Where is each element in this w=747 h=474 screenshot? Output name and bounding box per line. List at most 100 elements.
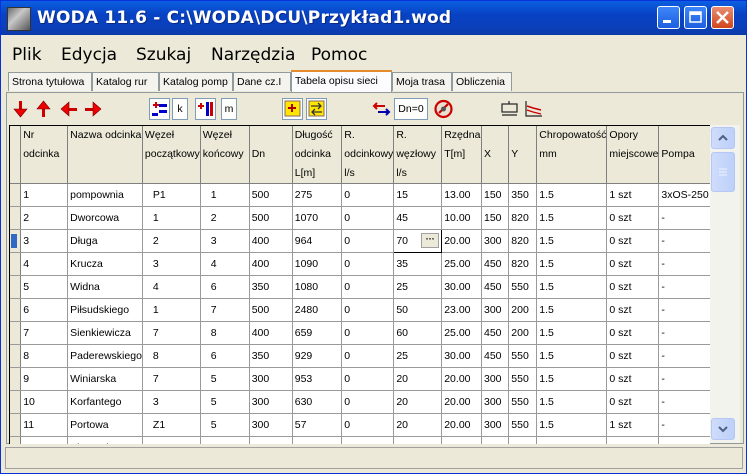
- table-cell[interactable]: 23.00: [441, 298, 482, 322]
- table-row[interactable]: 7 Sienkiewicza 7 8 400 659 0 60 25.00 450 200 1.5 0 …: [10, 321, 711, 345]
- column-header[interactable]: Opory miejscowe: [606, 126, 660, 184]
- table-cell[interactable]: 4: [142, 275, 201, 299]
- table-cell[interactable]: -: [658, 413, 711, 437]
- row-indicator[interactable]: [10, 413, 22, 437]
- table-cell[interactable]: 1.5: [536, 413, 608, 437]
- table-row[interactable]: 12 Al.3-Maja 6 9 300 13.1 0 0 30.00 580 550 1.5 0 sz…: [10, 436, 711, 444]
- ellipsis-button[interactable]: ···: [421, 233, 440, 248]
- table-cell[interactable]: 0 szt: [606, 321, 660, 345]
- table-cell[interactable]: 0 szt: [606, 229, 660, 253]
- table-cell[interactable]: 20.00: [441, 367, 482, 391]
- dn0-button[interactable]: Dn=0: [394, 98, 428, 120]
- table-cell[interactable]: 6: [200, 344, 250, 368]
- tab-moja-trasa[interactable]: Moja trasa: [392, 72, 452, 91]
- table-cell[interactable]: 1080: [292, 275, 343, 299]
- table-cell[interactable]: 630: [292, 390, 343, 414]
- table-cell[interactable]: pompownia: [67, 183, 143, 207]
- table-cell[interactable]: 7: [142, 321, 201, 345]
- menu-narzedzia[interactable]: Narzędzia: [211, 45, 295, 65]
- m-button[interactable]: m: [221, 98, 237, 120]
- table-cell[interactable]: 300: [249, 390, 293, 414]
- table-row[interactable]: 11 Portowa Z1 5 300 57 0 20 20.00 300 550 1.5 1 szt -: [10, 413, 711, 437]
- table-cell[interactable]: 0 szt: [606, 252, 660, 276]
- table-cell[interactable]: -: [658, 436, 711, 444]
- table-cell[interactable]: 5: [20, 275, 69, 299]
- table-cell[interactable]: Z1: [142, 413, 201, 437]
- table-cell[interactable]: 20.00: [441, 413, 482, 437]
- insert-column-icon[interactable]: [195, 98, 216, 120]
- table-cell[interactable]: 0: [341, 413, 395, 437]
- table-cell[interactable]: Al.3-Maja: [67, 436, 143, 444]
- table-cell[interactable]: -: [658, 367, 711, 391]
- table-cell[interactable]: 50: [393, 298, 443, 322]
- table-cell[interactable]: 3: [200, 229, 250, 253]
- table-cell[interactable]: 400: [249, 252, 293, 276]
- stop-icon[interactable]: [433, 98, 454, 120]
- table-cell[interactable]: P1: [142, 183, 201, 207]
- table-cell[interactable]: 13.1: [292, 436, 343, 444]
- pipe-profile-icon[interactable]: [499, 98, 520, 120]
- table-cell[interactable]: 400: [249, 321, 293, 345]
- table-cell[interactable]: -: [658, 252, 711, 276]
- table-cell[interactable]: 8: [142, 344, 201, 368]
- table-cell[interactable]: 0 szt: [606, 367, 660, 391]
- table-cell[interactable]: 7: [142, 367, 201, 391]
- column-header[interactable]: R. odcinkowy l/s: [341, 126, 395, 184]
- table-row[interactable]: 3 Długa 2 3 400 964 0 70 ··· 20.00 300 820 1.5 0 szt -: [10, 229, 711, 253]
- table-cell[interactable]: 0 szt: [606, 275, 660, 299]
- table-cell[interactable]: -: [658, 344, 711, 368]
- table-cell[interactable]: 1.5: [536, 206, 608, 230]
- move-left-icon[interactable]: [58, 98, 79, 120]
- table-cell[interactable]: 1.5: [536, 252, 608, 276]
- table-cell[interactable]: 10.00: [441, 206, 482, 230]
- table-cell[interactable]: 929: [292, 344, 343, 368]
- table-cell[interactable]: 1.5: [536, 436, 608, 444]
- row-indicator[interactable]: [10, 321, 22, 345]
- table-cell[interactable]: 550: [508, 413, 538, 437]
- title-bar[interactable]: WODA 11.6 - C:\WODA\DCU\Przykład1.wod: [1, 1, 746, 35]
- table-cell[interactable]: 550: [508, 275, 538, 299]
- table-cell[interactable]: 4: [200, 252, 250, 276]
- table-cell[interactable]: 20.00: [441, 390, 482, 414]
- table-cell[interactable]: 1.5: [536, 183, 608, 207]
- table-cell[interactable]: 2: [20, 206, 69, 230]
- table-cell[interactable]: 300: [481, 390, 510, 414]
- column-header[interactable]: Długość odcinka L[m]: [292, 126, 343, 184]
- row-indicator[interactable]: [10, 390, 22, 414]
- table-cell[interactable]: 7: [20, 321, 69, 345]
- table-cell[interactable]: 30.00: [441, 436, 482, 444]
- table-row[interactable]: 10 Korfantego 3 5 300 630 0 20 20.00 300 550 1.5 0 s…: [10, 390, 711, 414]
- table-cell[interactable]: 500: [249, 183, 293, 207]
- table-cell[interactable]: 1.5: [536, 390, 608, 414]
- move-right-icon[interactable]: [83, 98, 104, 120]
- table-cell[interactable]: 964: [292, 229, 343, 253]
- swap-icon[interactable]: [306, 98, 327, 120]
- table-cell[interactable]: 0: [393, 436, 443, 444]
- table-cell[interactable]: 9: [20, 367, 69, 391]
- table-row[interactable]: 5 Widna 4 6 350 1080 0 25 30.00 450 550 1.5 0 szt -: [10, 275, 711, 299]
- table-cell[interactable]: 2: [142, 229, 201, 253]
- scroll-thumb[interactable]: [711, 152, 735, 192]
- table-cell[interactable]: Krucza: [67, 252, 143, 276]
- table-cell[interactable]: 1.5: [536, 275, 608, 299]
- column-header[interactable]: Dn: [249, 126, 293, 184]
- table-row[interactable]: 2 Dworcowa 1 2 500 1070 0 45 10.00 150 820 1.5 0 szt…: [10, 206, 711, 230]
- table-cell[interactable]: 0: [341, 390, 395, 414]
- table-cell[interactable]: 1090: [292, 252, 343, 276]
- table-cell[interactable]: 0 szt: [606, 298, 660, 322]
- table-cell[interactable]: 580: [481, 436, 510, 444]
- table-cell[interactable]: 0: [341, 367, 395, 391]
- table-row[interactable]: 8 Paderewskiego 8 6 350 929 0 25 30.00 450 550 1.5 0…: [10, 344, 711, 368]
- row-indicator[interactable]: [10, 436, 22, 444]
- table-cell[interactable]: Paderewskiego: [67, 344, 143, 368]
- table-cell[interactable]: 820: [508, 252, 538, 276]
- table-cell[interactable]: 150: [481, 206, 510, 230]
- table-cell[interactable]: 0: [341, 275, 395, 299]
- table-row[interactable]: 6 Piłsudskiego 1 7 500 2480 0 50 23.00 300 200 1.5 0…: [10, 298, 711, 322]
- column-header[interactable]: X: [481, 126, 510, 184]
- table-cell[interactable]: 450: [481, 344, 510, 368]
- table-cell[interactable]: 0 szt: [606, 390, 660, 414]
- table-cell[interactable]: Korfantego: [67, 390, 143, 414]
- table-cell[interactable]: 1070: [292, 206, 343, 230]
- table-cell[interactable]: 3: [142, 252, 201, 276]
